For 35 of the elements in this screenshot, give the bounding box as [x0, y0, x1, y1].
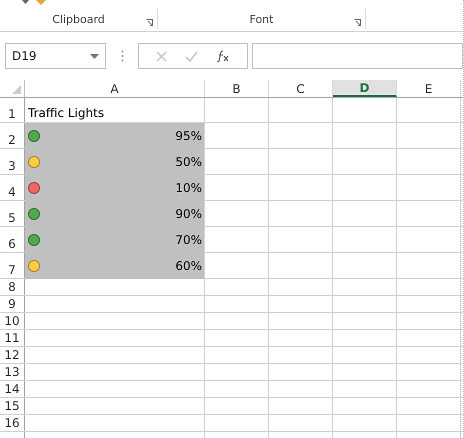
name-box[interactable]: D19: [5, 43, 106, 69]
name-box-value: D19: [12, 49, 37, 63]
check-icon[interactable]: [185, 50, 198, 62]
cancel-icon[interactable]: [156, 50, 167, 62]
column-header[interactable]: A: [25, 80, 205, 97]
cell-value: 90%: [175, 207, 202, 221]
formula-input-field[interactable]: [252, 43, 463, 69]
dialog-launcher-icon[interactable]: [146, 19, 153, 26]
function-icon[interactable]: [216, 50, 230, 62]
cell-value: 95%: [175, 129, 202, 143]
row-header[interactable]: 10: [0, 313, 25, 329]
row-header[interactable]: 13: [0, 364, 25, 380]
dropdown-arrow-icon[interactable]: [90, 54, 99, 58]
cell-value: 70%: [175, 233, 202, 247]
grip-icon[interactable]: [121, 50, 124, 62]
row-header[interactable]: 8: [0, 279, 25, 295]
select-all-icon[interactable]: [12, 85, 21, 94]
column-header[interactable]: D: [333, 80, 397, 97]
column-header[interactable]: B: [205, 80, 269, 97]
row-header[interactable]: 15: [0, 398, 25, 414]
cell-value: 60%: [175, 259, 202, 273]
row-header[interactable]: 16: [0, 415, 25, 431]
cell-text: Traffic Lights: [28, 106, 104, 120]
cell-value: 50%: [175, 155, 202, 169]
row-header[interactable]: 11: [0, 330, 25, 346]
group-label: Font: [250, 12, 274, 26]
column-header[interactable]: E: [397, 80, 461, 97]
dropdown-arrow-icon[interactable]: [22, 0, 29, 4]
group-label: Clipboard: [52, 12, 105, 26]
cell-value: 10%: [175, 181, 202, 195]
row-header[interactable]: 1: [0, 98, 25, 122]
row-header[interactable]: 14: [0, 381, 25, 397]
row-header[interactable]: 9: [0, 296, 25, 312]
row-header[interactable]: 12: [0, 347, 25, 363]
dialog-launcher-icon[interactable]: [354, 19, 361, 26]
